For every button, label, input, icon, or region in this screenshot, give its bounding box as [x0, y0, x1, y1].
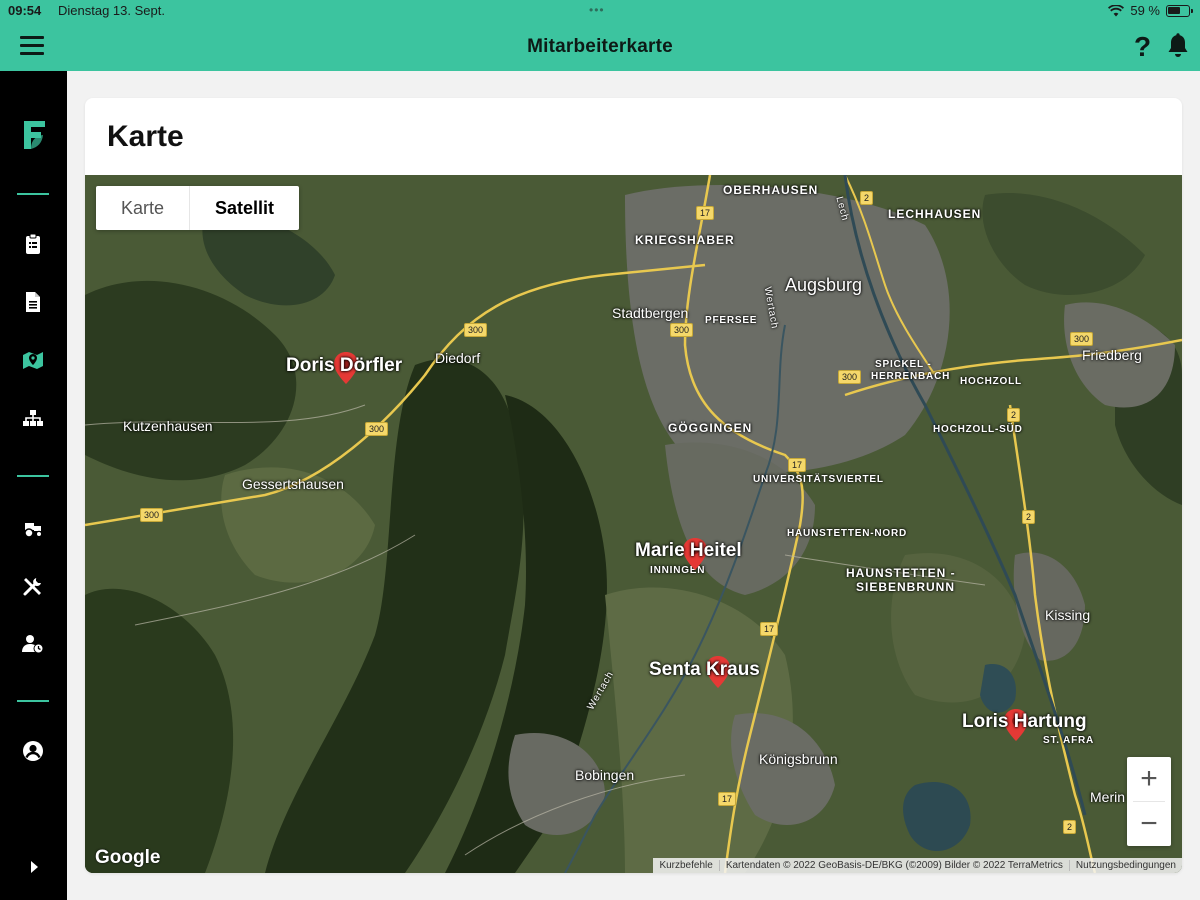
road-shield: 300	[838, 370, 862, 384]
multitasking-dots-icon[interactable]: •••	[589, 3, 605, 17]
place-label: Kutzenhausen	[123, 418, 213, 434]
place-label: Merin	[1090, 789, 1126, 805]
place-label: Friedberg	[1082, 347, 1142, 363]
road-shield: 2	[1022, 510, 1036, 524]
place-label: Kissing	[1045, 607, 1091, 623]
place-label: Stadtbergen	[612, 305, 689, 321]
sidebar	[0, 71, 67, 900]
place-label: LECHHAUSEN	[888, 207, 982, 221]
place-label: Königsbrunn	[759, 751, 838, 767]
road-shield: 300	[670, 323, 694, 337]
employee-name-label[interactable]: Marie Heitel	[635, 540, 742, 562]
status-time: 09:54	[8, 3, 42, 18]
place-label: UNIVERSITÄTSVIERTEL	[753, 474, 884, 485]
place-label: ST. AFRA	[1043, 735, 1095, 746]
road-shield: 2	[1063, 820, 1077, 834]
tools-icon	[23, 578, 41, 596]
sidebar-separator	[17, 475, 49, 477]
google-logo[interactable]: Google	[95, 847, 160, 869]
place-label: HAUNSTETTEN-NORD	[787, 528, 908, 539]
place-label: HAUNSTETTEN -	[846, 566, 956, 580]
employee-name-label[interactable]: Senta Kraus	[649, 659, 760, 681]
sidebar-separator	[17, 193, 49, 195]
employee-name-label[interactable]: Loris Hartung	[962, 711, 1087, 733]
road-shield: 17	[696, 206, 715, 220]
road-shield: 300	[1070, 332, 1094, 346]
road-shield: 2	[1007, 408, 1021, 422]
status-right: 59 %	[1108, 3, 1193, 18]
app-logo-icon[interactable]	[21, 119, 47, 151]
employee-map[interactable]: Karte Satellit OBERHAUSEN LECHHAUSEN KRI…	[85, 175, 1182, 873]
page-title: Mitarbeiterkarte	[527, 36, 673, 57]
sidebar-item-organization[interactable]	[22, 407, 44, 429]
place-label: SPICKEL -	[875, 359, 932, 370]
sidebar-item-documents[interactable]	[22, 291, 44, 313]
place-label: Diedorf	[435, 350, 481, 366]
road-shield: 2	[860, 191, 874, 205]
employee-name-label[interactable]: Doris Dörfler	[286, 355, 402, 377]
place-label: Bobingen	[575, 767, 635, 783]
app-header: 09:54 Dienstag 13. Sept. ••• 59 % Mitarb…	[0, 0, 1200, 71]
place-label: KRIEGSHABER	[635, 233, 735, 247]
battery-percent: 59 %	[1130, 3, 1160, 18]
road-shield: 17	[788, 458, 807, 472]
user-circle-icon	[23, 741, 43, 761]
sidebar-item-tools[interactable]	[22, 575, 44, 597]
document-icon	[26, 292, 40, 312]
help-button[interactable]: ?	[1134, 31, 1151, 63]
sidebar-item-tasks[interactable]	[22, 233, 44, 255]
card-title: Karte	[107, 120, 184, 153]
road-shield: 300	[140, 508, 164, 522]
road-shield: 300	[464, 323, 488, 337]
place-label: HERRENBACH	[871, 371, 951, 382]
place-label: HOCHZOLL	[960, 376, 1022, 387]
place-label: OBERHAUSEN	[723, 183, 819, 197]
battery-icon	[1166, 4, 1193, 17]
status-bar: 09:54 Dienstag 13. Sept. ••• 59 %	[0, 0, 1200, 22]
sidebar-item-machines[interactable]	[22, 517, 44, 539]
map-attribution: Kurzbefehle Kartendaten © 2022 GeoBasis-…	[653, 858, 1182, 873]
sidebar-item-profile[interactable]	[22, 740, 44, 762]
sidebar-separator	[17, 700, 49, 702]
expand-sidebar-icon[interactable]	[28, 859, 40, 875]
place-label: PFERSEE	[705, 315, 758, 326]
notification-bell-icon[interactable]	[1166, 33, 1190, 59]
map-card: Karte Karte Satellit OBERHAUSEN LECHHAUS…	[85, 98, 1182, 873]
tractor-icon	[24, 523, 43, 538]
map-data-credit: Kartendaten © 2022 GeoBasis-DE/BKG (©200…	[718, 860, 1069, 871]
map-type-satellite-button[interactable]: Satellit	[189, 186, 299, 230]
place-label: GÖGGINGEN	[668, 421, 753, 435]
wifi-icon	[1108, 4, 1125, 16]
org-chart-icon	[23, 410, 43, 426]
place-label: Gessertshausen	[242, 476, 344, 492]
road-shield: 17	[760, 622, 779, 636]
zoom-out-button[interactable]: −	[1127, 802, 1171, 846]
map-type-toggle: Karte Satellit	[96, 186, 300, 230]
sidebar-item-map[interactable]	[22, 349, 44, 371]
zoom-in-button[interactable]: +	[1127, 757, 1171, 801]
road-shield: 300	[365, 422, 389, 436]
map-type-map-button[interactable]: Karte	[96, 186, 189, 230]
status-date: Dienstag 13. Sept.	[58, 3, 165, 18]
map-pin-icon	[23, 352, 43, 369]
user-clock-icon	[22, 635, 44, 654]
place-label: SIEBENBRUNN	[856, 580, 956, 594]
sidebar-item-time-tracking[interactable]	[22, 633, 44, 655]
terms-link[interactable]: Nutzungsbedingungen	[1068, 860, 1182, 871]
keyboard-shortcuts-link[interactable]: Kurzbefehle	[653, 860, 718, 871]
road-shield: 17	[718, 792, 737, 806]
zoom-controls: + −	[1127, 757, 1171, 846]
clipboard-icon	[26, 233, 40, 254]
place-label: HOCHZOLL-SÜD	[933, 424, 1023, 435]
place-label: Augsburg	[785, 275, 863, 295]
